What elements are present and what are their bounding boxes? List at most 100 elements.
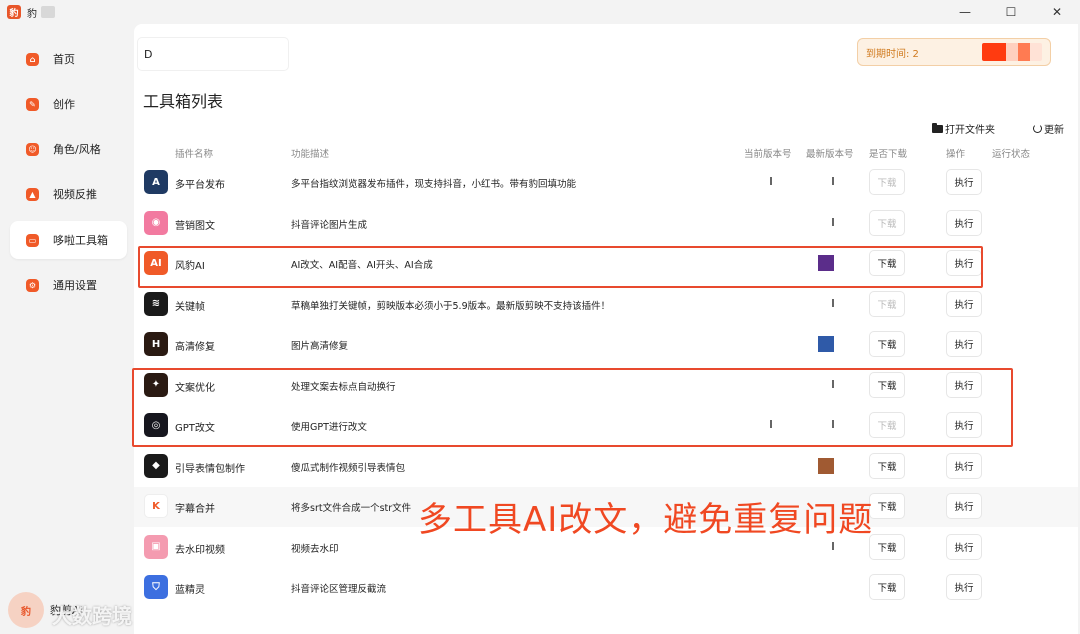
expire-label: 到期时间: 2 xyxy=(866,48,919,60)
title-bar: 豹 豹 — ☐ ✕ xyxy=(0,0,1080,24)
plugin-icon: ◉ xyxy=(144,210,168,235)
plugin-icon: A xyxy=(144,170,168,194)
sidebar-item-create[interactable]: ✎ 创作 xyxy=(10,85,127,123)
latest-version-value xyxy=(818,457,834,474)
run-button[interactable]: 执行 xyxy=(946,493,982,519)
download-button[interactable]: 下载 xyxy=(869,331,905,357)
run-button[interactable]: 执行 xyxy=(946,452,982,479)
table-row: ◎ GPT改文 使用GPT进行改文 下载 执行 xyxy=(134,406,1078,446)
sidebar-item-label: 通用设置 xyxy=(53,279,97,292)
plugin-icon: ≋ xyxy=(144,291,168,316)
table-row: AI 风豹AI AI改文、AI配音、AI开头、AI合成 下载 执行 xyxy=(134,244,1078,284)
sidebar-item-label: 首页 xyxy=(53,53,75,66)
minimize-button[interactable]: — xyxy=(942,0,988,24)
plugin-description: 傻瓜式制作视频引导表情包 xyxy=(291,462,406,474)
table-row: ✦ 文案优化 处理文案去标点自动换行 下载 执行 xyxy=(134,366,1078,406)
plugin-icon: ▣ xyxy=(144,534,168,559)
open-folder-button[interactable]: 打开文件夹 xyxy=(932,121,995,136)
run-button[interactable]: 执行 xyxy=(946,331,982,357)
watermark-text: 大数跨境 xyxy=(52,604,132,628)
download-button: 下载 xyxy=(869,290,905,317)
sidebar-item-label: 视频反推 xyxy=(53,188,97,201)
run-button[interactable]: 执行 xyxy=(946,209,982,236)
search-input[interactable] xyxy=(138,38,288,70)
run-button[interactable]: 执行 xyxy=(946,574,982,600)
sidebar-item-toolbox[interactable]: ▭ 哆啦工具箱 xyxy=(10,221,127,259)
sidebar: ⌂ 首页 ✎ 创作 ☺ 角色/风格 ▲ 视频反推 ▭ 哆啦工具箱 ⚙ 通用设置 … xyxy=(0,24,134,634)
expire-badge: 到期时间: 2 xyxy=(857,38,1051,66)
maximize-button[interactable]: ☐ xyxy=(988,0,1034,24)
column-header-download: 是否下载 xyxy=(869,149,908,160)
plugin-name: 去水印视频 xyxy=(175,544,225,556)
run-button[interactable]: 执行 xyxy=(946,250,982,276)
sidebar-item-label: 哆啦工具箱 xyxy=(53,234,108,247)
plugin-description: 多平台指纹浏览器发布插件，现支持抖音，小红书。带有豹回填功能 xyxy=(291,179,577,190)
current-version-value xyxy=(770,420,772,428)
annotation-text: 多工具AI改文，避免重复问题 xyxy=(418,500,874,540)
toolbox-icon: ▭ xyxy=(26,233,39,247)
table-row: ≋ 关键帧 草稿单独打关键帧，剪映版本必须小于5.9版本。最新版剪映不支持该插件！ 下… xyxy=(134,285,1078,325)
plugin-description: 草稿单独打关键帧，剪映版本必须小于5.9版本。最新版剪映不支持该插件！ xyxy=(291,300,611,312)
plugin-icon: H xyxy=(144,332,168,356)
close-button[interactable]: ✕ xyxy=(1034,0,1080,24)
run-button[interactable]: 执行 xyxy=(946,290,982,317)
window-title: 豹 xyxy=(27,8,37,20)
settings-icon: ⚙ xyxy=(26,278,39,292)
column-header-status: 运行状态 xyxy=(992,149,1031,160)
plugin-name: 关键帧 xyxy=(175,301,205,313)
plugin-description: 图片高清修复 xyxy=(291,341,349,352)
latest-version-value xyxy=(832,217,834,226)
download-button: 下载 xyxy=(869,412,905,438)
plugin-name: 文案优化 xyxy=(175,382,215,394)
role-icon: ☺ xyxy=(26,142,39,156)
download-button[interactable]: 下载 xyxy=(869,371,905,398)
sidebar-item-home[interactable]: ⌂ 首页 xyxy=(10,40,127,78)
latest-version-value xyxy=(832,177,834,185)
plugin-icon: ⛉ xyxy=(144,575,168,599)
sidebar-item-video-reverse[interactable]: ▲ 视频反推 xyxy=(10,175,127,213)
download-button[interactable]: 下载 xyxy=(869,452,905,479)
plugin-icon: AI xyxy=(144,251,168,275)
plugin-name: 多平台发布 xyxy=(175,180,225,191)
run-button[interactable]: 执行 xyxy=(946,169,982,195)
expire-value-redacted xyxy=(982,43,1042,61)
latest-version-value xyxy=(832,298,834,307)
refresh-button[interactable]: 更新 xyxy=(1033,121,1064,136)
plugin-description: 视频去水印 xyxy=(291,543,339,555)
latest-version-value xyxy=(832,379,834,388)
run-button[interactable]: 执行 xyxy=(946,533,982,560)
create-icon: ✎ xyxy=(26,97,39,111)
download-button[interactable]: 下载 xyxy=(869,493,905,519)
table-row: A 多平台发布 多平台指纹浏览器发布插件，现支持抖音，小红书。带有豹回填功能 下载 执行 xyxy=(134,163,1078,203)
download-button[interactable]: 下载 xyxy=(869,250,905,276)
column-header-latest-version: 最新版本号 xyxy=(806,149,854,160)
sidebar-item-settings[interactable]: ⚙ 通用设置 xyxy=(10,266,127,304)
plugin-name: 蓝精灵 xyxy=(175,585,205,596)
table-row: H 高清修复 图片高清修复 下载 执行 xyxy=(134,325,1078,365)
plugin-name: 高清修复 xyxy=(175,342,215,353)
column-header-action: 操作 xyxy=(946,149,966,160)
column-header-current-version: 当前版本号 xyxy=(744,149,792,160)
latest-version-value xyxy=(832,541,834,550)
plugin-description: AI改文、AI配音、AI开头、AI合成 xyxy=(291,260,433,271)
brand-logo-icon: 豹 xyxy=(8,592,44,628)
download-button: 下载 xyxy=(869,209,905,236)
table-row: ◉ 营销图文 抖音评论图片生成 下载 执行 xyxy=(134,204,1078,244)
run-button[interactable]: 执行 xyxy=(946,412,982,438)
sidebar-item-role[interactable]: ☺ 角色/风格 xyxy=(10,130,127,168)
open-folder-label: 打开文件夹 xyxy=(945,125,995,136)
plugin-name: GPT改文 xyxy=(175,423,215,434)
run-button[interactable]: 执行 xyxy=(946,371,982,398)
table-row: ⛉ 蓝精灵 抖音评论区管理反截流 下载 执行 xyxy=(134,568,1078,608)
plugin-name: 字幕合并 xyxy=(175,504,215,515)
plugin-name: 营销图文 xyxy=(175,220,215,232)
latest-version-value xyxy=(818,336,834,352)
download-button[interactable]: 下载 xyxy=(869,533,905,560)
download-button[interactable]: 下载 xyxy=(869,574,905,600)
main-panel: 到期时间: 2 工具箱列表 打开文件夹 更新 插件名称 功能描述 当前版本号 最… xyxy=(132,24,1078,634)
table-header: 插件名称 功能描述 当前版本号 最新版本号 是否下载 操作 运行状态 xyxy=(134,144,1078,160)
plugin-name: 引导表情包制作 xyxy=(175,463,245,475)
window-controls: — ☐ ✕ xyxy=(942,0,1080,24)
plugin-icon: ◎ xyxy=(144,413,168,437)
latest-version-value xyxy=(818,255,834,271)
